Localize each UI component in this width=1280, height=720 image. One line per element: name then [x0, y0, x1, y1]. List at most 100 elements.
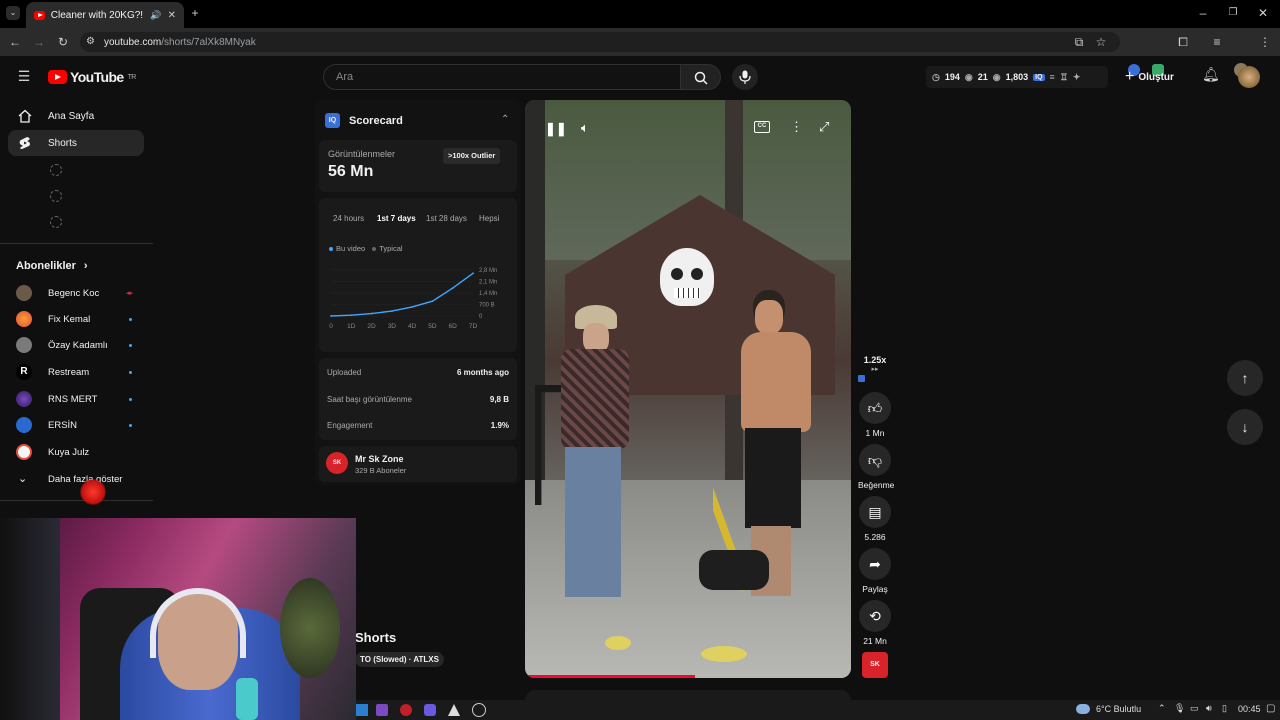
sidebar-channel[interactable]: Fix Kemal [8, 306, 144, 332]
share-button[interactable]: ➦ Paylaş [858, 548, 892, 594]
playback-speed-indicator[interactable]: 1.25x ▸▸ [858, 355, 892, 373]
channel-name: Fix Kemal [48, 313, 91, 325]
account-avatar[interactable] [1238, 66, 1260, 88]
notification-center-icon[interactable]: ▢ [1266, 703, 1275, 714]
sidebar-channel[interactable]: R Restream [8, 359, 144, 385]
extensions-puzzle-icon[interactable]: ⧠ [1176, 35, 1190, 49]
minimize-icon[interactable]: – [1196, 6, 1210, 20]
taskbar-app-icon[interactable] [424, 704, 436, 716]
site-info-icon[interactable]: ⚙ [86, 35, 95, 49]
show-more-button[interactable]: ⌄ Daha fazla göster [8, 466, 144, 492]
trophy-icon[interactable]: ♖ [1060, 72, 1068, 83]
captions-icon[interactable]: CC [754, 121, 770, 133]
network-icon[interactable]: ▭ [1190, 703, 1199, 714]
comments-button[interactable]: ▤ 5.286 [858, 496, 892, 542]
vidiq-stats-bar[interactable]: ◷ 194 ◉ 21 ◉ 1,803 IQ ≡ ♖ ✦ [926, 66, 1108, 88]
taskbar-app-icon[interactable] [356, 704, 368, 716]
volume-icon[interactable]: 🔈︎ [581, 120, 589, 136]
address-bar[interactable]: ⚙ youtube.com/shorts/7alXk8MNyak [80, 32, 1120, 52]
arrow-up-icon: ↑ [1241, 370, 1249, 386]
sidebar-channel[interactable]: Begenc Koc ◂▸ [8, 280, 144, 306]
list-icon[interactable]: ≡ [1050, 72, 1055, 82]
vidiq-icon[interactable]: IQ [1033, 73, 1045, 81]
pause-icon[interactable]: ❚❚ [545, 121, 567, 137]
logo-region: TR [127, 73, 137, 81]
sidebar-channel[interactable]: ERSİN [8, 412, 144, 438]
y-tick-label: 2,8 Mn [479, 268, 497, 274]
new-tab-icon[interactable]: + [188, 6, 202, 20]
reload-icon[interactable]: ↻ [56, 35, 70, 49]
notifications-bell-icon[interactable]: 🔔︎ [1202, 67, 1220, 81]
weather-text[interactable]: 6°C Bulutlu [1096, 704, 1141, 714]
sidebar-item-shorts[interactable]: Shorts [8, 130, 144, 156]
taskbar-app-icon[interactable] [400, 704, 412, 716]
next-video-preview[interactable] [525, 690, 851, 700]
tray-expand-icon[interactable]: ⌃ [1158, 703, 1166, 714]
share-label: Paylaş [862, 584, 888, 594]
back-icon[interactable]: ← [8, 35, 22, 49]
outlier-badge: >100x Outlier [443, 148, 501, 164]
tab-1st-7-days[interactable]: 1st 7 days [377, 214, 416, 223]
sparkle-icon[interactable]: ✦ [1073, 72, 1081, 83]
arrow-down-icon: ↓ [1241, 419, 1249, 435]
create-button[interactable]: + Oluştur [1125, 64, 1189, 90]
next-short-button[interactable]: ↓ [1227, 409, 1263, 445]
like-button[interactable]: 👍︎ 1 Mn [858, 392, 892, 438]
channel-card[interactable]: SK Mr Sk Zone 329 B Aboneler [319, 446, 517, 482]
battery-icon[interactable]: ▯ [1222, 703, 1227, 714]
restream-logo-icon: R [16, 364, 32, 380]
sidebar-item-home[interactable]: Ana Sayfa [8, 103, 144, 129]
taskbar-app-icon[interactable] [448, 704, 460, 716]
taskbar-app-icon[interactable] [472, 703, 486, 717]
windows-taskbar: 6°C Bulutlu ⌃ 🎙︎ ▭ 🔊︎ ▯ 00:45 ▢ [356, 700, 1280, 720]
x-tick-label: 4D [408, 323, 417, 330]
shorts-overlay-title: Shorts [355, 630, 397, 645]
tab-1st-28-days[interactable]: 1st 28 days [426, 214, 467, 223]
sidebar-channel[interactable]: RNS MERT [8, 386, 144, 412]
clock-time[interactable]: 00:45 [1238, 704, 1261, 714]
browser-menu-icon[interactable]: ⋮ [1258, 35, 1272, 49]
previous-short-button[interactable]: ↑ [1227, 360, 1263, 396]
youtube-logo[interactable]: YouTube TR [48, 69, 136, 85]
sidebar-channel[interactable]: Kuya Julz [8, 439, 144, 465]
tab-24-hours[interactable]: 24 hours [333, 214, 364, 223]
taskbar-app-icon[interactable] [376, 704, 388, 716]
audio-icon[interactable]: 🔊 [150, 10, 161, 21]
install-icon[interactable]: ⧉ [1072, 35, 1086, 49]
media-control-icon[interactable]: ≡ [1210, 35, 1224, 49]
remix-button[interactable]: ⟲ 21 Mn [858, 600, 892, 646]
video-progress-bar[interactable] [525, 675, 695, 678]
bookmark-star-icon[interactable]: ☆ [1094, 35, 1108, 49]
hamburger-menu-icon[interactable]: ☰ [16, 69, 32, 83]
fullscreen-icon[interactable]: ⤢ [819, 119, 829, 135]
dislike-button[interactable]: 👎︎ Beğenme [858, 444, 894, 490]
subscriptions-heading[interactable]: Abonelikler › [16, 260, 88, 272]
search-input[interactable]: Ara [323, 64, 681, 90]
speaker-icon[interactable]: 🔊︎ [1206, 703, 1212, 714]
channel-name: Restream [48, 366, 90, 378]
search-button[interactable] [681, 64, 721, 90]
details-card: Uploaded 6 months ago Saat başı görüntül… [319, 358, 517, 440]
mic-tray-icon[interactable]: 🎙︎ [1174, 703, 1185, 714]
collapse-chevron-icon[interactable]: ⌃ [501, 114, 509, 125]
close-tab-icon[interactable]: ✕ [168, 10, 176, 21]
tab-menu-icon[interactable]: ⌄ [6, 6, 20, 20]
close-window-icon[interactable]: ✕ [1256, 6, 1270, 20]
shorts-video-player[interactable]: ❚❚ 🔈︎ CC ⋮ ⤢ [525, 100, 851, 678]
engagement-value: 1.9% [490, 421, 509, 430]
channel-avatar-button[interactable]: SK [862, 652, 888, 678]
views-label: Görüntülenmeler [328, 149, 396, 159]
restore-icon[interactable]: ❐ [1226, 6, 1240, 20]
sidebar-channel[interactable]: Özay Kadamlı [8, 332, 144, 358]
tab-all[interactable]: Hepsi [479, 214, 499, 223]
sidebar-divider [0, 500, 153, 501]
voice-search-button[interactable] [732, 64, 758, 90]
subscriptions-label: Abonelikler [16, 260, 76, 272]
channel-name: Kuya Julz [48, 446, 90, 458]
forward-icon[interactable]: → [32, 35, 46, 49]
browser-tab[interactable]: Cleaner with 20KG?! 😲😨 🔊 ✕ [26, 2, 184, 28]
music-chip[interactable]: TO (Slowed) · ATLXS [355, 652, 444, 667]
comment-icon: ▤ [859, 496, 891, 528]
more-options-icon[interactable]: ⋮ [790, 119, 803, 135]
channel-avatar [16, 311, 32, 327]
